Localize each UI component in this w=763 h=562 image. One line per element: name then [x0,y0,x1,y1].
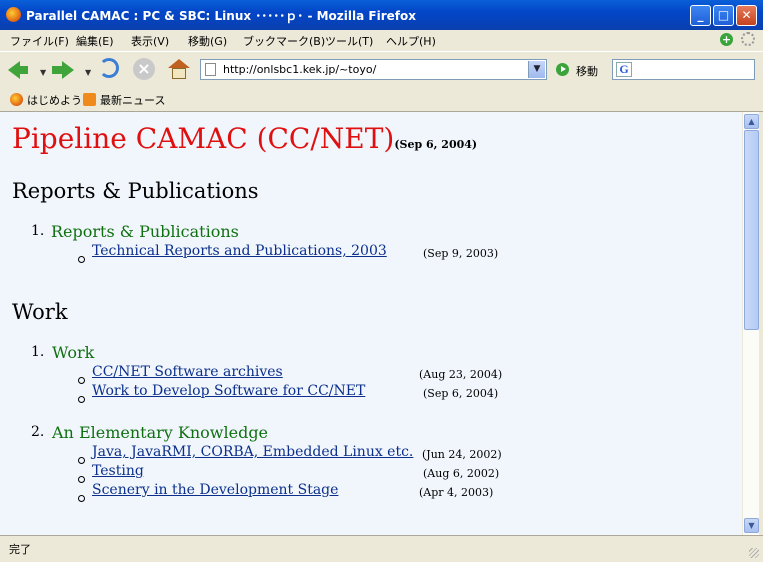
section-heading-work: Work [12,300,68,324]
vertical-scrollbar[interactable]: ▲ ▼ [742,112,760,535]
go-icon[interactable] [556,63,569,76]
back-arrow-icon [8,61,28,79]
menu-tools[interactable]: ツール(T) [325,33,373,49]
addon-update-icon[interactable]: + [720,33,733,46]
window-title: Parallel CAMAC : PC & SBC: Linux ･････ｐ･… [26,9,416,23]
forward-button[interactable] [52,56,80,84]
list-number: 1. [31,223,45,239]
list-number: 2. [31,424,45,440]
google-search-engine-icon[interactable]: G [616,62,632,77]
menu-file[interactable]: ファイル(F) [10,33,69,49]
firefox-logo-icon [6,7,21,22]
bullet-icon [78,388,85,407]
section-heading-reports: Reports & Publications [12,179,259,203]
rss-feed-icon [83,93,96,106]
scroll-up-button[interactable]: ▲ [744,114,759,129]
resize-grip-icon[interactable] [749,548,759,558]
item-date: (Jun 24, 2002) [422,448,502,461]
bookmark-latest-news[interactable]: 最新ニュース [83,92,165,108]
forward-arrow-icon [52,61,74,79]
throbber-icon [741,32,755,46]
firefox-bookmark-icon [10,93,23,106]
bookmark-getting-started[interactable]: はじめよう [10,92,82,108]
link-work-to-develop-software[interactable]: Work to Develop Software for CC/NET [92,383,365,399]
search-box[interactable]: G [612,59,755,80]
go-button-label[interactable]: 移動 [576,63,598,79]
link-ccnet-software-archives[interactable]: CC/NET Software archives [92,364,283,380]
bullet-icon [78,369,85,388]
item-date: (Aug 23, 2004) [419,368,503,381]
group-title-elementary-knowledge: An Elementary Knowledge [52,423,269,442]
url-history-dropdown[interactable]: ▼ [528,61,545,78]
minimize-button[interactable]: _ [690,5,711,26]
url-input[interactable] [223,62,523,77]
menu-go[interactable]: 移動(G) [188,33,227,49]
bookmarks-toolbar: はじめよう 最新ニュース [0,89,763,112]
back-history-dropdown-icon[interactable]: ▼ [40,68,46,77]
reload-icon [99,58,119,78]
status-text: 完了 [9,543,31,556]
window-border [759,112,763,561]
item-date: (Sep 6, 2004) [423,387,499,400]
reload-button[interactable] [97,56,125,84]
maximize-button[interactable]: □ [713,5,734,26]
link-technical-reports-2003[interactable]: Technical Reports and Publications, 2003 [92,243,387,259]
close-button[interactable]: ✕ [736,5,757,26]
page-title-date: (Sep 6, 2004) [394,138,478,151]
bullet-icon [78,487,85,506]
navigation-toolbar: ▼ ▼ × ▼ 移動 G [0,51,763,90]
home-button[interactable] [165,56,193,84]
forward-history-dropdown-icon[interactable]: ▼ [85,68,91,77]
menu-edit[interactable]: 編集(E) [76,33,114,49]
bullet-icon [78,468,85,487]
list-number: 1. [31,344,45,360]
group-title-reports: Reports & Publications [51,222,239,241]
page-icon [205,63,216,76]
item-date: (Sep 9, 2003) [423,247,499,260]
bullet-icon [78,449,85,468]
window-titlebar: Parallel CAMAC : PC & SBC: Linux ･････ｐ･… [0,0,763,30]
item-date: (Aug 6, 2002) [423,467,500,480]
address-bar[interactable]: ▼ [200,59,547,80]
scroll-thumb[interactable] [744,130,759,330]
item-date: (Apr 4, 2003) [419,486,494,499]
link-scenery-development-stage[interactable]: Scenery in the Development Stage [92,482,338,498]
page-content: Pipeline CAMAC (CC/NET)(Sep 6, 2004) Rep… [0,112,742,535]
link-testing[interactable]: Testing [92,463,144,479]
home-icon [168,59,190,79]
bullet-icon [78,248,85,267]
link-java-corba-linux[interactable]: Java, JavaRMI, CORBA, Embedded Linux etc… [92,444,413,460]
back-button[interactable] [6,56,34,84]
page-title: Pipeline CAMAC (CC/NET) [12,122,395,155]
status-bar: 完了 [0,535,763,562]
menu-bookmarks[interactable]: ブックマーク(B) [243,33,325,49]
page-heading: Pipeline CAMAC (CC/NET)(Sep 6, 2004) [12,122,477,155]
stop-icon: × [133,58,155,80]
group-title-work: Work [52,343,95,362]
menu-help[interactable]: ヘルプ(H) [386,33,436,49]
scroll-down-button[interactable]: ▼ [744,518,759,533]
menu-bar: ファイル(F) 編集(E) 表示(V) 移動(G) ブックマーク(B) ツール(… [0,30,763,50]
stop-button[interactable]: × [131,56,159,84]
menu-view[interactable]: 表示(V) [131,33,169,49]
